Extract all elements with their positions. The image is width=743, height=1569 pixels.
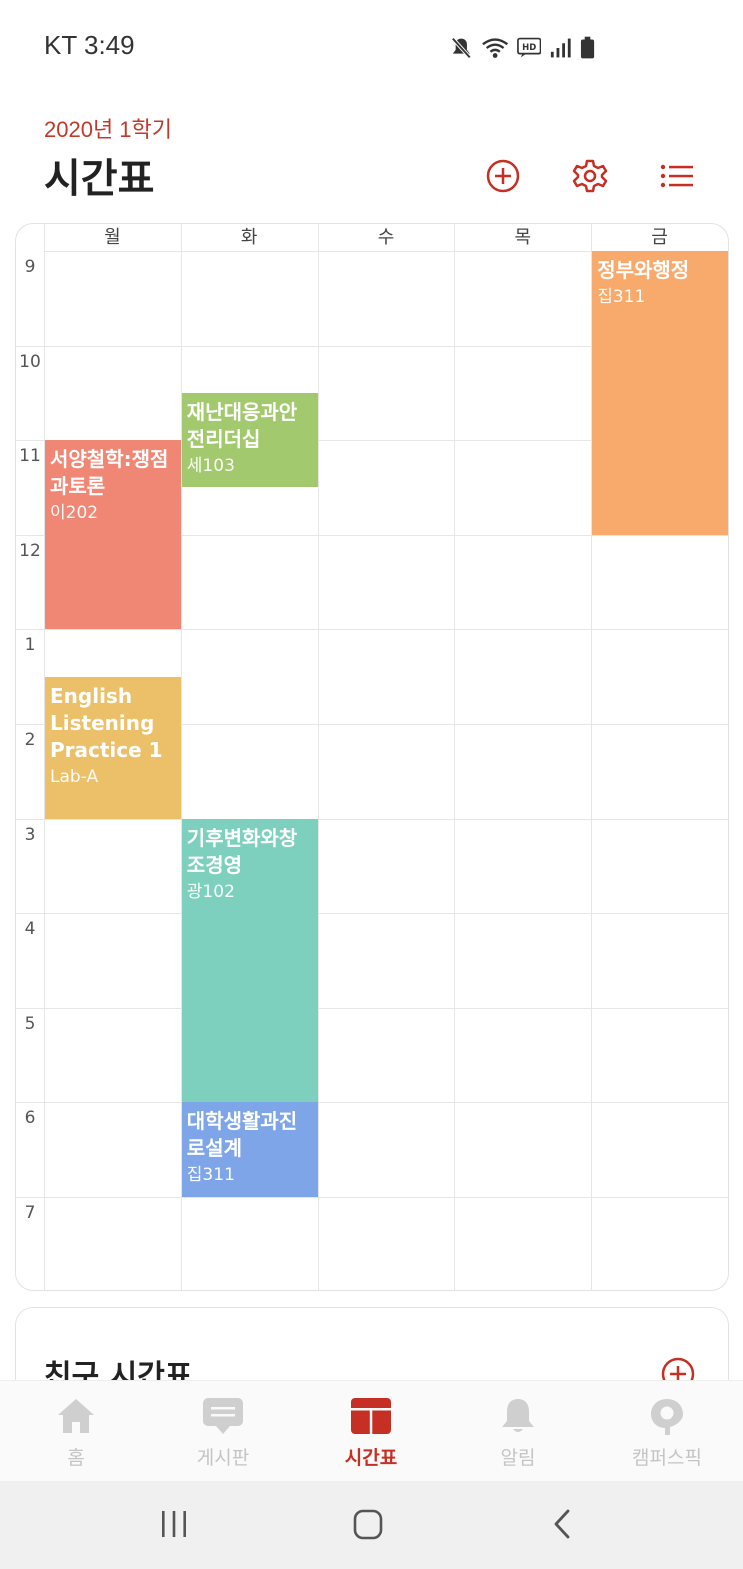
course-room: 광102 (186, 881, 235, 902)
hour-label: 12 (19, 540, 41, 561)
day-header: 목 (514, 227, 532, 248)
hd-voice-icon: HD (516, 37, 542, 58)
course-block[interactable]: 기후변화와창조경영광102 (181, 818, 318, 1103)
wifi-icon (481, 38, 508, 58)
nav-home[interactable]: 홈 (2, 1381, 150, 1482)
battery-icon (580, 36, 595, 59)
chat-bubble-icon (203, 1398, 243, 1434)
bell-icon (502, 1399, 534, 1432)
back-icon (554, 1509, 570, 1539)
course-block[interactable]: 정부와행정집311 (592, 251, 728, 535)
status-bar: KT 3:49 HD (0, 0, 743, 92)
course-room: Lab-A (50, 766, 99, 787)
nav-board-label: 게시판 (196, 1447, 250, 1469)
carrier-time: KT 3:49 (44, 30, 135, 60)
course-name: 재난대응과안전리더십 (186, 399, 298, 451)
nav-notifications-label: 알림 (500, 1447, 536, 1469)
hour-label: 10 (19, 351, 41, 372)
home-system-button[interactable] (346, 1503, 390, 1547)
semester-label[interactable]: 2020년 1학기 (44, 112, 172, 144)
grid-column-divider (454, 224, 456, 1290)
gear-icon (572, 159, 608, 193)
grid-row-divider (16, 629, 728, 631)
nav-timetable-label: 시간표 (344, 1447, 398, 1469)
grid-column-divider (317, 224, 319, 1290)
nav-campuspick[interactable]: 캠퍼스픽 (593, 1381, 741, 1482)
day-header: 금 (651, 227, 668, 248)
course-name: English Listening Practice 1 (50, 683, 163, 762)
course-room: 이202 (50, 503, 99, 524)
grid-row-divider (16, 1102, 728, 1104)
hour-label: 6 (24, 1108, 36, 1129)
hour-label: 11 (19, 446, 41, 467)
hour-label: 2 (24, 730, 36, 750)
add-timetable-button[interactable] (483, 156, 523, 196)
course-room: 집311 (186, 1165, 235, 1186)
course-block[interactable]: 재난대응과안전리더십세103 (181, 392, 318, 488)
settings-button[interactable] (570, 156, 610, 196)
grid-row-divider (16, 1197, 728, 1198)
nav-timetable[interactable]: 시간표 (297, 1381, 445, 1482)
course-block[interactable]: 서양철학:쟁점과토론이202 (45, 440, 181, 630)
home-circle-icon (353, 1509, 383, 1540)
timetable-icon (351, 1398, 391, 1434)
course-block[interactable]: English Listening Practice 1 Lab-A (45, 676, 181, 819)
recents-icon (162, 1511, 186, 1537)
hour-label: 3 (24, 824, 36, 845)
hour-label: 7 (24, 1203, 36, 1223)
nav-campuspick-label: 캠퍼스픽 (632, 1447, 702, 1469)
status-icons: HD (450, 32, 595, 64)
day-header: 화 (240, 227, 258, 248)
mute-icon (451, 37, 472, 59)
page-title: 시간표 (44, 156, 155, 202)
add-circle-icon (486, 159, 520, 193)
system-nav-bar (0, 1481, 743, 1569)
course-name: 기후변화와창조경영 (186, 825, 298, 877)
day-header: 수 (377, 227, 395, 248)
home-icon (58, 1399, 94, 1433)
grid-row-divider (16, 913, 728, 915)
course-room: 집311 (597, 287, 646, 307)
signal-icon (551, 38, 571, 58)
timetable-grid[interactable]: 월 화 수 목 금 9 10 11 12 1 2 3 4 5 6 7 서양철학:쟁점과토론 이202 English… (15, 223, 729, 1291)
list-button[interactable] (657, 156, 697, 196)
back-button[interactable] (540, 1503, 584, 1547)
recents-button[interactable] (152, 1503, 196, 1547)
campuspick-icon (651, 1399, 683, 1435)
bottom-nav: 홈 게시판 시간표 알림 캠퍼스픽 (0, 1380, 743, 1482)
grid-row-divider (16, 1007, 728, 1009)
hour-label: 9 (24, 257, 36, 277)
svg-text:HD: HD (522, 42, 536, 52)
course-room: 세103 (186, 455, 235, 476)
nav-board[interactable]: 게시판 (149, 1381, 297, 1482)
nav-notifications[interactable]: 알림 (444, 1381, 592, 1482)
course-name: 정부와행정 (597, 258, 690, 282)
day-header: 월 (104, 227, 121, 248)
hour-label: 5 (24, 1013, 36, 1034)
nav-home-label: 홈 (67, 1447, 85, 1469)
course-name: 대학생활과진로설계 (186, 1109, 298, 1161)
list-icon (660, 164, 693, 188)
grid-row-divider (16, 818, 728, 820)
grid-column-divider (728, 224, 729, 1290)
hour-label: 1 (24, 635, 36, 656)
course-name: 서양철학:쟁점과토론 (50, 447, 169, 499)
hour-label: 4 (24, 919, 36, 940)
course-block[interactable]: 대학생활과진로설계집311 (181, 1102, 318, 1197)
